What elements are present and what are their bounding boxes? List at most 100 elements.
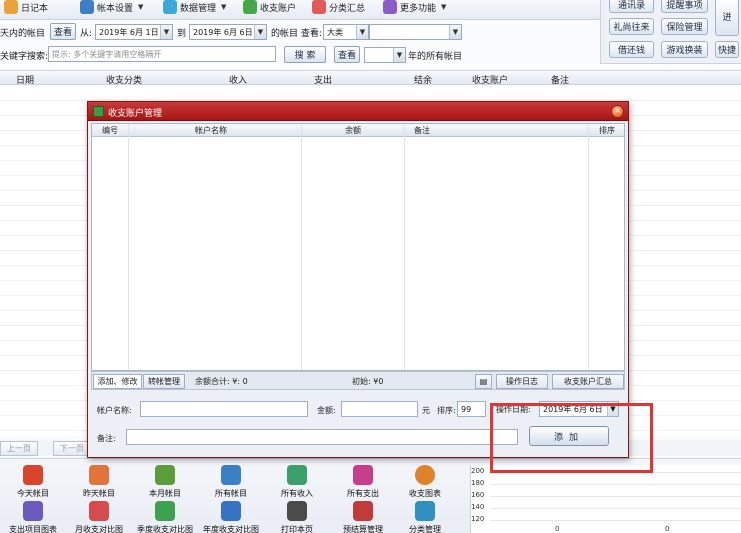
prev-page-button[interactable]: 上一页 bbox=[0, 441, 38, 456]
diary-button[interactable]: 日记本 bbox=[4, 0, 48, 16]
charts-button[interactable]: 收支图表 bbox=[392, 465, 458, 499]
from-label: 从: bbox=[80, 29, 93, 39]
wallet-icon bbox=[243, 0, 257, 14]
month-icon bbox=[155, 465, 175, 485]
currency-unit: 元 bbox=[422, 406, 430, 415]
gridline bbox=[491, 496, 741, 497]
order-input[interactable]: 99 bbox=[457, 401, 486, 417]
column-income[interactable]: 收入 bbox=[229, 73, 247, 86]
monthly-compare-button[interactable]: 月收支对比图 bbox=[66, 501, 132, 533]
account-manager-dialog: 收支账户管理 × 编号 帐户名称 余额 备注 排序 添加、修改 转帐管理 余额合… bbox=[87, 101, 629, 458]
search-button[interactable]: 搜 索 bbox=[284, 46, 326, 63]
column-id[interactable]: 编号 bbox=[102, 125, 118, 136]
chevron-down-icon: ▼ bbox=[160, 25, 172, 39]
game-costume-button[interactable]: 游戏换装 bbox=[661, 41, 708, 58]
view-button[interactable]: 查看 bbox=[50, 23, 76, 40]
column-remark[interactable]: 备注 bbox=[551, 73, 569, 86]
close-icon[interactable]: × bbox=[611, 105, 624, 118]
column-date[interactable]: 日期 bbox=[16, 73, 34, 86]
add-button[interactable]: 添加 bbox=[529, 426, 609, 446]
shortcut-button[interactable]: 快捷 bbox=[715, 41, 739, 58]
category-manage-button[interactable]: 分类管理 bbox=[392, 501, 458, 533]
pie-chart-icon bbox=[415, 465, 435, 485]
tab-add-edit[interactable]: 添加、修改 bbox=[93, 374, 142, 389]
tick-label: 180 bbox=[471, 479, 485, 487]
month-records-button[interactable]: 本月帐目 bbox=[132, 465, 198, 499]
all-records-button[interactable]: 所有帐目 bbox=[198, 465, 264, 499]
data-management-button[interactable]: 数据管理 ▼ bbox=[163, 0, 226, 16]
tick-label: 140 bbox=[471, 503, 485, 511]
insurance-button[interactable]: 保险管理 bbox=[661, 18, 708, 35]
remark-input[interactable] bbox=[126, 429, 518, 445]
column-balance[interactable]: 结余 bbox=[414, 73, 432, 86]
quick-tools-panel: 通讯录 提醒事项 礼尚往来 保险管理 借还钱 游戏换装 进 快捷 bbox=[600, 0, 741, 64]
year-suffix-label: 年的所有帐目 bbox=[408, 52, 463, 62]
account-type-select[interactable]: 大类 ▼ bbox=[323, 24, 369, 40]
to-date-picker[interactable]: 2019年 6月 6日 ▼ bbox=[189, 24, 267, 40]
accounts-button[interactable]: 收支账户 bbox=[243, 0, 296, 16]
operation-date-picker[interactable]: 2019年 6月 6日 ▼ bbox=[539, 401, 619, 417]
app-icon bbox=[93, 106, 104, 117]
column-divider bbox=[404, 124, 405, 370]
keyword-label: 关键字搜索: bbox=[0, 52, 49, 62]
dialog-title-bar[interactable]: 收支账户管理 × bbox=[88, 102, 628, 121]
today-records-button[interactable]: 今天帐目 bbox=[0, 465, 66, 499]
loans-button[interactable]: 借还钱 bbox=[609, 41, 654, 58]
column-account[interactable]: 收支账户 bbox=[472, 73, 508, 86]
all-income-button[interactable]: 所有收入 bbox=[264, 465, 330, 499]
expense-chart-icon bbox=[23, 501, 43, 521]
tick-label: 160 bbox=[471, 491, 485, 499]
ledger-settings-button[interactable]: 帐本设置 ▼ bbox=[80, 0, 143, 16]
column-balance[interactable]: 余额 bbox=[345, 125, 361, 136]
more-functions-button[interactable]: 更多功能 ▼ bbox=[383, 0, 446, 16]
column-divider bbox=[128, 124, 129, 370]
category-icon bbox=[312, 0, 326, 14]
column-category[interactable]: 收支分类 bbox=[106, 73, 142, 86]
contacts-button[interactable]: 通讯录 bbox=[609, 0, 654, 13]
gridline bbox=[491, 484, 741, 485]
keyword-search-row: 关键字搜索: 提示: 多个关键字请用空格隔开 搜 索 查看 ▼ 年的所有帐目 bbox=[0, 45, 600, 65]
enter-button[interactable]: 进 bbox=[715, 0, 739, 36]
account-name-input[interactable] bbox=[140, 401, 308, 417]
expense-item-chart-button[interactable]: 支出项目图表 bbox=[0, 501, 66, 533]
yesterday-records-button[interactable]: 昨天帐目 bbox=[66, 465, 132, 499]
date-filter-row: 天内的帐目 查看 从: 2019年 6月 1日 ▼ 到 2019年 6月 6日 … bbox=[0, 22, 600, 42]
view-year-button[interactable]: 查看 bbox=[334, 46, 360, 63]
from-date-picker[interactable]: 2019年 6月 1日 ▼ bbox=[95, 24, 173, 40]
account-summary-button[interactable]: 收支账户汇总 bbox=[552, 374, 624, 389]
year-select[interactable]: ▼ bbox=[364, 47, 406, 63]
dialog-footer-bar: 添加、修改 转帐管理 余额合计: ¥: 0 初始: ¥0 ▤ 操作日志 收支账户… bbox=[91, 371, 625, 390]
range-label: 天内的帐目 bbox=[0, 29, 46, 39]
category-summary-button[interactable]: 分类汇总 bbox=[312, 0, 365, 16]
yearly-chart-icon bbox=[221, 501, 241, 521]
quarterly-compare-button[interactable]: 季度收支对比图 bbox=[132, 501, 198, 533]
pre-settlement-button[interactable]: 预结算管理 bbox=[330, 501, 396, 533]
print-icon[interactable]: ▤ bbox=[475, 374, 492, 389]
gifts-button[interactable]: 礼尚往来 bbox=[609, 18, 654, 35]
column-order[interactable]: 排序 bbox=[599, 125, 615, 136]
column-account-name[interactable]: 帐户名称 bbox=[195, 125, 227, 136]
all-expense-button[interactable]: 所有支出 bbox=[330, 465, 396, 499]
accounts-table[interactable]: 编号 帐户名称 余额 备注 排序 bbox=[91, 123, 625, 371]
print-page-button[interactable]: 打印本页 bbox=[264, 501, 330, 533]
chevron-down-icon: ▼ bbox=[221, 3, 227, 11]
dialog-title: 收支账户管理 bbox=[108, 109, 163, 119]
chevron-down-icon: ▼ bbox=[607, 402, 618, 416]
keyword-search-input[interactable]: 提示: 多个关键字请用空格隔开 bbox=[48, 46, 276, 62]
account-detail-select[interactable]: ▼ bbox=[369, 24, 462, 40]
next-page-button[interactable]: 下一页 bbox=[53, 441, 91, 456]
reminders-button[interactable]: 提醒事项 bbox=[661, 0, 708, 13]
to-label: 到 bbox=[177, 29, 187, 39]
amount-input[interactable] bbox=[341, 401, 418, 417]
column-remark[interactable]: 备注 bbox=[414, 125, 430, 136]
chevron-down-icon: ▼ bbox=[441, 3, 447, 11]
tab-transfer[interactable]: 转帐管理 bbox=[143, 374, 185, 389]
shortcut-icon-bar: 今天帐目 昨天帐目 本月帐目 所有帐目 所有收入 所有支出 收支图表 支出项目图… bbox=[0, 458, 741, 533]
yearly-compare-button[interactable]: 年度收支对比图 bbox=[198, 501, 264, 533]
operation-log-button[interactable]: 操作日志 bbox=[496, 374, 548, 389]
mini-chart-zero-label: 0 bbox=[665, 525, 670, 533]
quarterly-chart-icon bbox=[155, 501, 175, 521]
column-expense[interactable]: 支出 bbox=[314, 73, 332, 86]
income-icon bbox=[287, 465, 307, 485]
operation-date-label: 操作日期: bbox=[496, 405, 531, 414]
